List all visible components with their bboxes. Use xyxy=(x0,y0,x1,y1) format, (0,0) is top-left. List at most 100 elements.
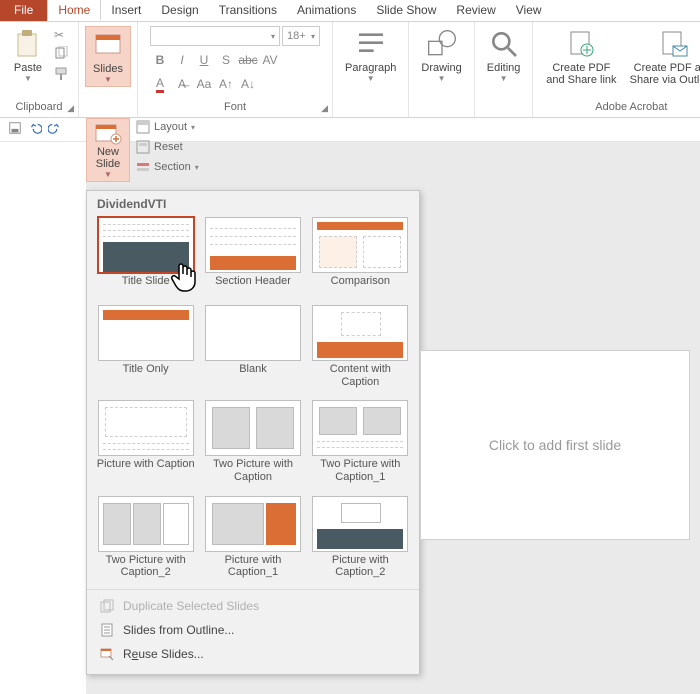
layout-section-header[interactable] xyxy=(205,217,301,273)
duplicate-slides-cmd: Duplicate Selected Slides xyxy=(87,594,419,618)
clear-format-button[interactable]: A̶ xyxy=(172,74,192,94)
tab-bar: File Home Insert Design Transitions Anim… xyxy=(0,0,700,22)
ribbon: Paste ▼ ✂ Clipboard ◢ Slides ▼ ▾ 18+ ▾ xyxy=(0,22,700,118)
slides-button[interactable]: Slides ▼ xyxy=(85,26,131,87)
spacing-button[interactable]: AV xyxy=(260,50,280,70)
layout-label: Blank xyxy=(239,361,267,387)
pdf-share-link-button[interactable]: Create PDF and Share link xyxy=(539,26,623,88)
shadow-button[interactable]: S xyxy=(216,50,236,70)
paste-label: Paste xyxy=(14,62,42,74)
save-icon[interactable] xyxy=(8,121,22,138)
search-icon xyxy=(488,28,520,60)
tab-file[interactable]: File xyxy=(0,0,47,21)
change-case-button[interactable]: Aa xyxy=(194,74,214,94)
font-color-button[interactable]: A xyxy=(150,74,170,94)
tab-review[interactable]: Review xyxy=(446,0,505,21)
acrobat-group-label: Adobe Acrobat xyxy=(595,101,667,115)
layout-comparison[interactable] xyxy=(312,217,408,273)
new-slide-dropdown[interactable]: New Slide ▼ xyxy=(86,118,130,182)
bold-button[interactable]: B xyxy=(150,50,170,70)
duplicate-label: Duplicate Selected Slides xyxy=(123,599,259,613)
redo-icon[interactable] xyxy=(48,121,62,138)
editing-button[interactable]: Editing ▼ xyxy=(481,26,527,85)
strikethrough-button[interactable]: abc xyxy=(238,50,258,70)
font-group-label: Font xyxy=(224,101,246,113)
dropdown-caret-icon: ▼ xyxy=(104,75,112,84)
font-size-value: 18+ xyxy=(287,30,306,42)
layout-picture-with-caption-1[interactable] xyxy=(205,496,301,552)
tab-design[interactable]: Design xyxy=(151,0,208,21)
layout-title-only[interactable] xyxy=(98,305,194,361)
clipboard-icon xyxy=(12,28,44,60)
layout-label: Picture with Caption_1 xyxy=(202,552,303,585)
drawing-button[interactable]: Drawing ▼ xyxy=(415,26,467,85)
paragraph-icon xyxy=(355,28,387,60)
italic-button[interactable]: I xyxy=(172,50,192,70)
outline-icon xyxy=(99,622,115,638)
editing-label: Editing xyxy=(487,62,521,74)
layout-button[interactable]: Layout▾ xyxy=(132,118,203,136)
reuse-label: Reuse Slides... xyxy=(123,647,204,661)
slide-layout-gallery: DividendVTI Title Slide Section Header C… xyxy=(86,190,420,675)
group-slides: Slides ▼ xyxy=(79,22,138,117)
layout-label: Picture with Caption_2 xyxy=(310,552,411,585)
layout-two-picture-with-caption-1[interactable] xyxy=(312,400,408,456)
dropdown-caret-icon: ▼ xyxy=(367,74,375,83)
tab-view[interactable]: View xyxy=(506,0,552,21)
slides-icon xyxy=(92,29,124,61)
shrink-font-button[interactable]: A↓ xyxy=(238,74,258,94)
slide-stage[interactable]: Click to add first slide xyxy=(420,350,690,540)
layout-label: Section Header xyxy=(215,273,291,299)
layout-content-with-caption[interactable] xyxy=(312,305,408,361)
tab-home[interactable]: Home xyxy=(47,0,101,21)
layout-title-slide[interactable] xyxy=(98,217,194,273)
pdf-share-outlook-label: Create PDF and Share via Outlook xyxy=(629,62,700,86)
drawing-label: Drawing xyxy=(421,62,461,74)
layout-picture-with-caption-2[interactable] xyxy=(312,496,408,552)
clipboard-group-label: Clipboard xyxy=(15,101,62,113)
tab-transitions[interactable]: Transitions xyxy=(209,0,287,21)
duplicate-icon xyxy=(99,598,115,614)
group-paragraph: Paragraph ▼ xyxy=(333,22,409,117)
dialog-launcher-icon[interactable]: ◢ xyxy=(321,103,328,114)
copy-icon[interactable] xyxy=(54,46,68,63)
format-painter-icon[interactable] xyxy=(54,67,68,84)
tab-insert[interactable]: Insert xyxy=(101,0,151,21)
layout-blank[interactable] xyxy=(205,305,301,361)
paste-button[interactable]: Paste ▼ xyxy=(6,26,50,85)
dropdown-caret-icon: ▾ xyxy=(271,32,275,41)
reuse-slides-cmd[interactable]: Reuse Slides... xyxy=(87,642,419,666)
paragraph-button[interactable]: Paragraph ▼ xyxy=(339,26,402,85)
group-clipboard: Paste ▼ ✂ Clipboard ◢ xyxy=(0,22,79,117)
layout-label: Two Picture with Caption_2 xyxy=(95,552,196,585)
pdf-outlook-icon xyxy=(657,28,689,60)
layout-two-picture-with-caption-2[interactable] xyxy=(98,496,194,552)
underline-button[interactable]: U xyxy=(194,50,214,70)
dropdown-caret-icon: ▾ xyxy=(311,32,315,41)
layout-label: Title Slide xyxy=(122,273,170,299)
group-acrobat: Create PDF and Share link Create PDF and… xyxy=(533,22,700,117)
layout-picture-with-caption[interactable] xyxy=(98,400,194,456)
slides-from-outline-cmd[interactable]: Slides from Outline... xyxy=(87,618,419,642)
dropdown-caret-icon: ▾ xyxy=(195,163,199,172)
shapes-icon xyxy=(426,28,458,60)
font-name-input[interactable]: ▾ xyxy=(150,26,280,46)
pdf-share-outlook-button[interactable]: Create PDF and Share via Outlook xyxy=(623,26,700,88)
layout-two-picture-with-caption[interactable] xyxy=(205,400,301,456)
group-editing: Editing ▼ xyxy=(475,22,534,117)
group-drawing: Drawing ▼ xyxy=(409,22,474,117)
tab-animations[interactable]: Animations xyxy=(287,0,366,21)
pdf-link-icon xyxy=(565,28,597,60)
dropdown-caret-icon: ▼ xyxy=(24,74,32,83)
reset-button[interactable]: Reset xyxy=(132,138,203,156)
cut-icon[interactable]: ✂ xyxy=(54,28,68,42)
layout-label: Title Only xyxy=(123,361,169,387)
tab-slideshow[interactable]: Slide Show xyxy=(366,0,446,21)
section-button[interactable]: Section▾ xyxy=(132,158,203,176)
grow-font-button[interactable]: A↑ xyxy=(216,74,236,94)
dialog-launcher-icon[interactable]: ◢ xyxy=(67,103,74,114)
layout-label: Content with Caption xyxy=(310,361,411,394)
undo-icon[interactable] xyxy=(28,121,42,138)
paragraph-label: Paragraph xyxy=(345,62,396,74)
font-size-input[interactable]: 18+ ▾ xyxy=(282,26,320,46)
